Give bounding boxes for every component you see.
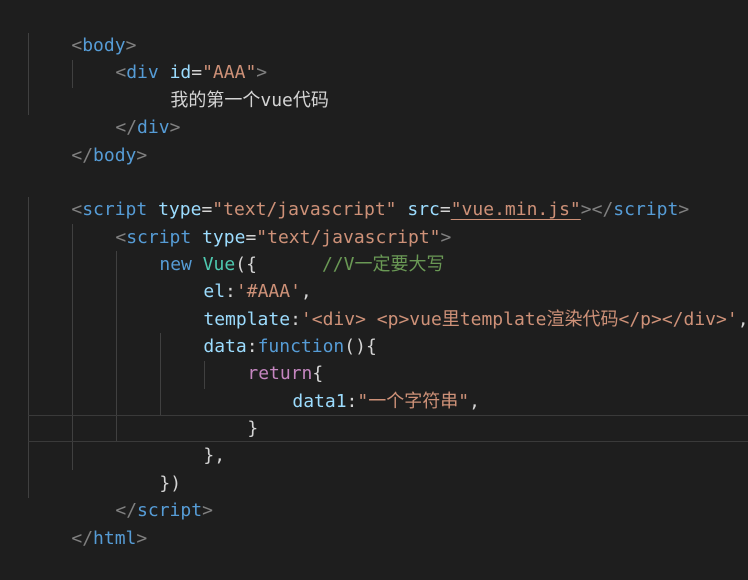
code-line[interactable]: </div> <box>72 87 180 138</box>
code-line[interactable]: </html> <box>28 498 147 549</box>
code-line[interactable]: el:'#AAA', <box>160 251 311 302</box>
tag-bracket: > <box>136 145 148 167</box>
code-line[interactable]: }) <box>116 443 181 494</box>
punctuation: (){ <box>344 336 377 358</box>
code-line[interactable]: </script> <box>72 470 213 521</box>
code-line[interactable]: <script type="text/javascript" src="vue.… <box>28 169 689 220</box>
code-line[interactable]: new Vue({ //V一定要大写 <box>116 224 444 275</box>
string-literal: "一个字符串" <box>357 391 470 413</box>
tag-bracket: > <box>169 117 181 139</box>
tag-name: script <box>613 199 679 221</box>
tag-bracket: </ <box>71 145 94 167</box>
code-line[interactable]: } <box>204 388 258 439</box>
property-name: data1 <box>292 391 347 413</box>
code-line[interactable]: return{ <box>204 333 323 384</box>
tag-name: body <box>93 145 137 167</box>
tag-name: html <box>93 528 137 550</box>
tag-bracket: </ <box>71 528 94 550</box>
code-line[interactable]: <body> <box>28 5 136 56</box>
comment: //V一定要大写 <box>321 254 445 276</box>
code-line[interactable]: template:'<div> <p>vue里template渲染代码</p><… <box>160 279 748 330</box>
code-line[interactable]: 我的第一个vue代码 <box>127 60 329 111</box>
punctuation: } <box>247 418 259 440</box>
code-line[interactable]: }, <box>160 415 225 466</box>
code-editor[interactable]: <body> <div id="AAA"> 我的第一个vue代码 </div> … <box>0 0 748 549</box>
tag-bracket: > <box>202 500 213 522</box>
comma: , <box>469 391 480 413</box>
current-line-highlight <box>28 415 748 442</box>
text-content: 我的第一个vue代码 <box>170 90 329 112</box>
code-line[interactable]: <div id="AAA"> <box>72 32 267 83</box>
tag-bracket: < <box>115 62 127 84</box>
code-line[interactable]: <script type="text/javascript"> <box>72 197 451 248</box>
punctuation: }, <box>203 445 226 467</box>
tag-bracket: > <box>678 199 690 221</box>
code-line[interactable]: data1:"一个字符串", <box>249 361 480 412</box>
src-link[interactable]: "vue.min.js" <box>451 199 581 220</box>
colon: : <box>346 391 358 413</box>
code-line[interactable]: </body> <box>28 115 147 166</box>
tag-bracket: > <box>136 528 148 550</box>
comma: , <box>737 309 748 331</box>
code-line[interactable]: data:function(){ <box>160 306 376 357</box>
tag-bracket: ></ <box>580 199 614 221</box>
